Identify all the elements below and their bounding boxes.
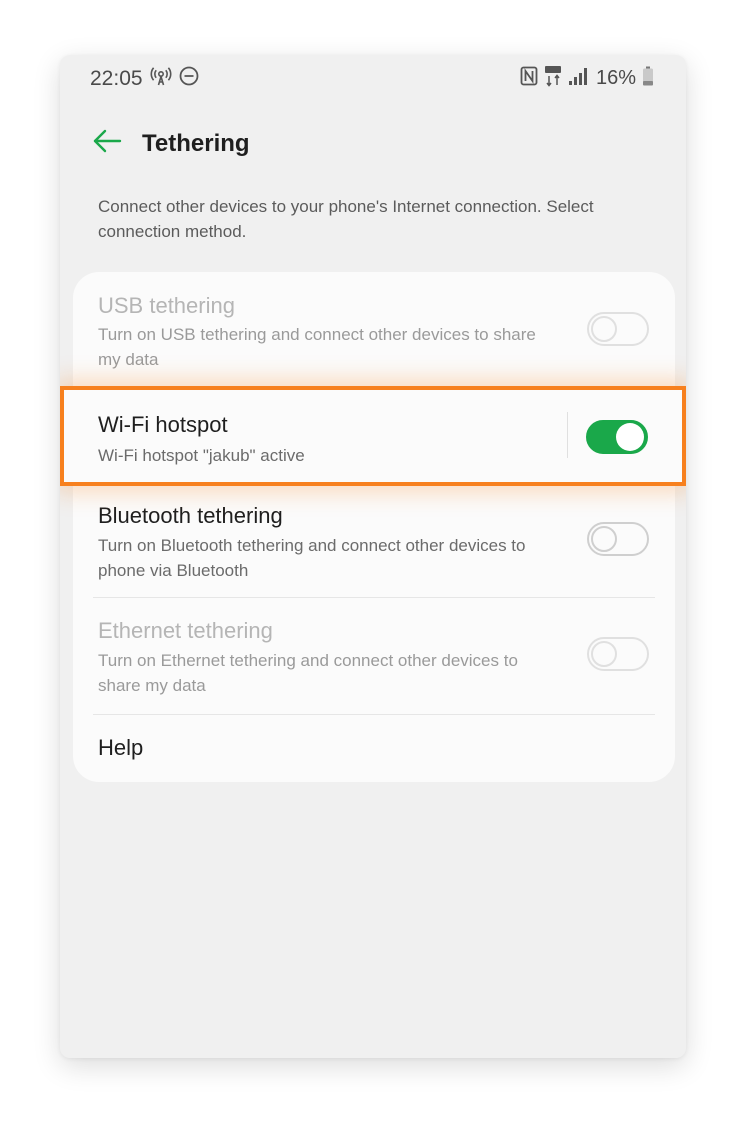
nfc-icon [520,66,538,91]
usb-tethering-title: USB tethering [98,293,235,318]
bluetooth-tethering-toggle[interactable] [587,522,649,556]
toggle-knob [591,316,617,342]
status-bar: 22:05 16% [60,55,686,101]
status-time: 22:05 [90,67,143,90]
app-header: Tethering [60,121,686,165]
battery-icon [642,66,654,91]
lte-icon [544,65,562,92]
page-description: Connect other devices to your phone's In… [98,197,594,241]
wifi-hotspot-title: Wi-Fi hotspot [98,412,228,437]
usb-tethering-toggle[interactable] [587,312,649,346]
vertical-separator [567,412,568,458]
bluetooth-tethering-title: Bluetooth tethering [98,503,283,528]
help-row[interactable]: Help [73,715,675,782]
do-not-disturb-icon [178,65,200,92]
wifi-hotspot-subtitle: Wi-Fi hotspot "jakub" active [98,446,305,465]
toggle-knob [616,423,644,451]
usb-tethering-subtitle: Turn on USB tethering and connect other … [98,325,536,369]
toggle-knob [591,526,617,552]
wifi-hotspot-toggle[interactable] [586,420,648,454]
bluetooth-tethering-subtitle: Turn on Bluetooth tethering and connect … [98,536,526,580]
back-arrow-icon [92,128,122,159]
back-button[interactable] [90,127,124,159]
phone-screen: 22:05 16% Tethering Connect other device… [60,55,686,1058]
usb-tethering-row[interactable]: USB tethering Turn on USB tethering and … [73,272,675,382]
hotspot-icon [150,65,172,92]
help-label: Help [98,735,144,760]
ethernet-tethering-row[interactable]: Ethernet tethering Turn on Ethernet teth… [73,598,675,714]
wifi-hotspot-row[interactable]: Wi-Fi hotspot Wi-Fi hotspot "jakub" acti… [60,386,686,486]
page-title: Tethering [142,130,250,157]
battery-percent: 16% [595,66,636,89]
signal-icon [568,66,590,91]
ethernet-tethering-title: Ethernet tethering [98,618,273,643]
ethernet-tethering-toggle[interactable] [587,637,649,671]
tethering-options-card: USB tethering Turn on USB tethering and … [73,272,675,782]
bluetooth-tethering-row[interactable]: Bluetooth tethering Turn on Bluetooth te… [73,491,675,599]
ethernet-tethering-subtitle: Turn on Ethernet tethering and connect o… [98,651,518,695]
toggle-knob [591,641,617,667]
